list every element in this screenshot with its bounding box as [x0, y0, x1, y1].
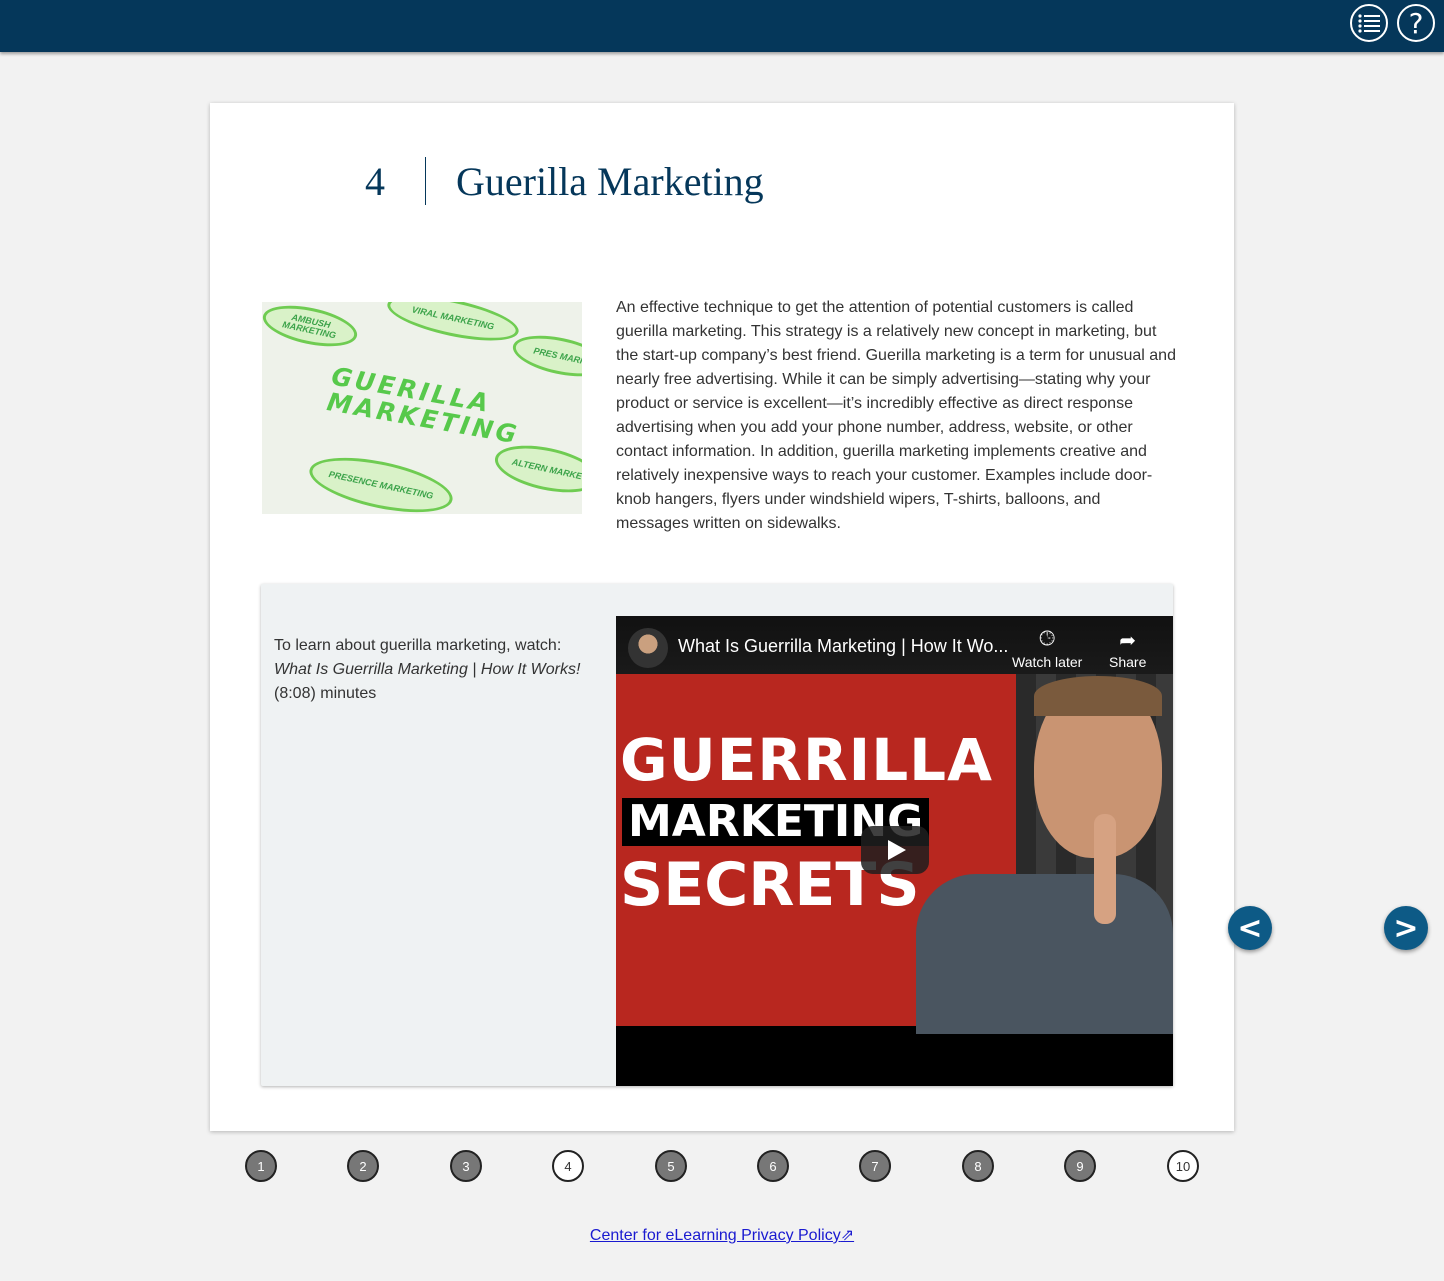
page-dot-6[interactable]: 6	[757, 1150, 789, 1182]
page-title: Guerilla Marketing	[456, 158, 764, 204]
table-of-contents-button[interactable]	[1350, 4, 1388, 42]
next-page-button[interactable]: >	[1384, 906, 1428, 950]
share-label: Share	[1109, 654, 1147, 670]
player-video-title[interactable]: What Is Guerrilla Marketing | How It Wo.…	[678, 636, 1008, 657]
play-button[interactable]	[861, 826, 929, 874]
external-link-icon: ⇗	[840, 1227, 855, 1244]
video-intro: To learn about guerilla marketing, watch…	[274, 637, 562, 654]
page-dot-1[interactable]: 1	[245, 1150, 277, 1182]
chapter-number: 4	[365, 158, 385, 204]
video-name: What Is Guerrilla Marketing | How It Wor…	[274, 661, 581, 678]
watch-later-button[interactable]: 🕒︎ Watch later	[1012, 628, 1082, 670]
page-dot-10[interactable]: 10	[1167, 1150, 1199, 1182]
share-icon: ➦	[1119, 630, 1137, 652]
page-dot-9[interactable]: 9	[1064, 1150, 1096, 1182]
page-dot-3[interactable]: 3	[450, 1150, 482, 1182]
video-description: To learn about guerilla marketing, watch…	[274, 634, 594, 706]
thumb-person-hair	[1034, 676, 1162, 716]
privacy-policy-label: Center for eLearning Privacy Policy	[589, 1227, 841, 1244]
previous-page-button[interactable]: <	[1228, 906, 1272, 950]
help-icon: ?	[1408, 6, 1424, 40]
page-dot-2[interactable]: 2	[347, 1150, 379, 1182]
thumb-person-body	[916, 874, 1173, 1034]
list-icon	[1358, 14, 1380, 33]
video-duration: (8:08) minutes	[274, 685, 377, 702]
chapter-heading: 4 Guerilla Marketing	[365, 155, 764, 207]
channel-avatar[interactable]	[628, 628, 668, 668]
player-header: What Is Guerrilla Marketing | How It Wo.…	[616, 616, 1173, 674]
video-thumbnail[interactable]: GUERRILLA MARKETING SECRETS	[616, 674, 1173, 1034]
top-bar: ?	[0, 0, 1444, 52]
video-panel: To learn about guerilla marketing, watch…	[261, 584, 1173, 1086]
page-dot-7[interactable]: 7	[859, 1150, 891, 1182]
watch-later-label: Watch later	[1012, 654, 1083, 670]
oval-presence: PRESENCE MARKETING	[304, 447, 458, 514]
oval-pres: PRES MARK	[509, 328, 582, 384]
intro-paragraph: An effective technique to get the attent…	[616, 299, 1176, 532]
heading-divider	[425, 157, 426, 205]
help-button[interactable]: ?	[1397, 4, 1435, 42]
thumb-finger	[1094, 814, 1116, 924]
page-dot-4[interactable]: 4	[552, 1150, 584, 1182]
clock-icon: 🕒︎	[1039, 628, 1056, 650]
content-card: 4 Guerilla Marketing AMBUSH MARKETING VI…	[210, 103, 1234, 1131]
page-dot-5[interactable]: 5	[655, 1150, 687, 1182]
thumb-line1: GUERRILLA	[620, 726, 994, 794]
guerilla-marketing-image: AMBUSH MARKETING VIRAL MARKETING PRES MA…	[262, 302, 582, 514]
share-button[interactable]: ➦ Share	[1109, 628, 1146, 670]
oval-ambush: AMBUSH MARKETING	[262, 302, 361, 354]
video-player[interactable]: GUERRILLA MARKETING SECRETS What Is Guer…	[616, 616, 1173, 1086]
page-dot-8[interactable]: 8	[962, 1150, 994, 1182]
page-pagination: 1 2 3 4 5 6 7 8 9 10	[245, 1150, 1200, 1182]
oval-viral: VIRAL MARKETING	[383, 302, 523, 350]
privacy-policy-link[interactable]: Center for eLearning Privacy Policy⇗	[0, 1225, 1444, 1245]
hero-text: GUERILLA MARKETING	[325, 362, 526, 450]
